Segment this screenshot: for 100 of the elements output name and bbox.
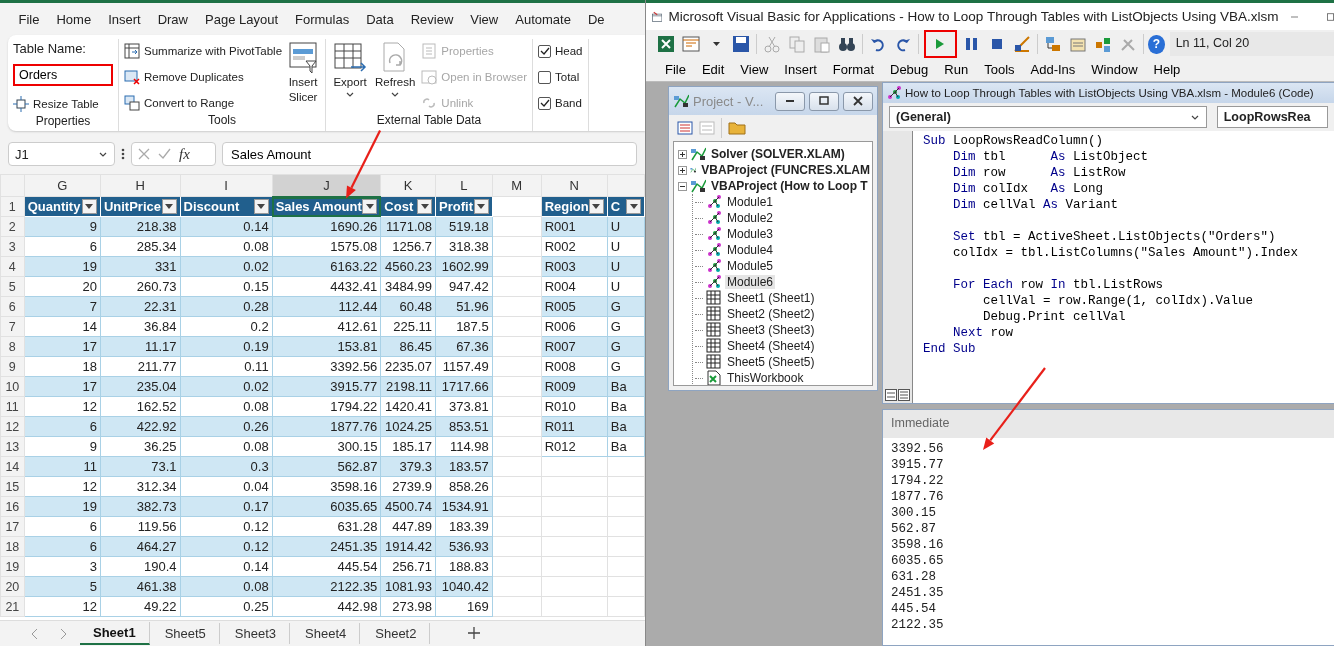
tree-item[interactable]: Sheet3 (Sheet3) <box>725 323 817 337</box>
filter-button[interactable] <box>253 199 269 214</box>
row-number[interactable]: 11 <box>0 396 25 417</box>
close-icon[interactable] <box>852 95 864 107</box>
ribbon-tab[interactable]: Formulas <box>286 11 358 27</box>
ribbon-button[interactable]: Remove Duplicates <box>124 67 283 87</box>
table-header-cell[interactable]: Sales Amount <box>272 196 381 217</box>
tree-item[interactable]: Module4 <box>725 243 776 257</box>
ribbon-tab[interactable]: Data <box>357 11 403 27</box>
row-number[interactable]: 9 <box>0 356 25 377</box>
tree-item[interactable]: Module6 <box>725 275 776 289</box>
view-code-icon[interactable] <box>677 121 693 135</box>
row-number[interactable]: 6 <box>0 296 25 317</box>
ribbon-tab[interactable]: Automate <box>506 11 580 27</box>
tree-item[interactable]: Sheet5 (Sheet5) <box>725 355 817 369</box>
menu-item[interactable]: Edit <box>694 62 732 77</box>
expand-toggle[interactable] <box>678 181 687 191</box>
column-letter[interactable]: K <box>380 174 436 197</box>
checkbox[interactable] <box>538 44 551 58</box>
insert-slicer-button[interactable]: Insert Slicer <box>286 39 321 113</box>
tree-item[interactable]: Solver (SOLVER.XLAM) <box>709 147 847 161</box>
object-browser-icon[interactable] <box>1093 35 1112 53</box>
row-number[interactable]: 13 <box>0 436 25 457</box>
menu-item[interactable]: Tools <box>977 62 1022 77</box>
sheet-tab[interactable]: Sheet2 <box>362 623 431 644</box>
menu-item[interactable]: View <box>733 62 776 77</box>
ribbon-tab[interactable]: Page Layout <box>196 11 287 27</box>
ribbon-button[interactable]: Convert to Range <box>124 93 283 113</box>
ribbon-tab[interactable]: Draw <box>149 11 197 27</box>
column-letter[interactable]: I <box>180 174 273 197</box>
filter-button[interactable] <box>588 199 604 214</box>
tree-item[interactable]: Sheet4 (Sheet4) <box>725 339 817 353</box>
expand-toggle[interactable] <box>678 165 687 175</box>
menu-item[interactable]: Debug <box>883 62 936 77</box>
row-number[interactable]: 12 <box>0 416 25 437</box>
procedure-dropdown[interactable]: LoopRowsRea <box>1216 106 1328 128</box>
formula-field[interactable]: Sales Amount <box>222 142 637 166</box>
menu-item[interactable]: Add-Ins <box>1023 62 1083 77</box>
ribbon-button[interactable]: Summarize with PivotTable <box>124 41 283 61</box>
row-number[interactable]: 4 <box>0 256 25 277</box>
ribbon-tab[interactable]: Insert <box>99 11 150 27</box>
ribbon-tab[interactable]: Review <box>402 11 462 27</box>
ribbon-tab[interactable]: File <box>10 11 48 27</box>
next-icon[interactable] <box>60 627 68 640</box>
row-number[interactable]: 17 <box>0 516 25 537</box>
sheet-tab[interactable]: Sheet4 <box>292 623 361 644</box>
column-letter[interactable]: G <box>24 174 101 197</box>
ribbon-tab[interactable]: View <box>461 11 507 27</box>
help-button[interactable]: ? <box>1148 34 1165 54</box>
tree-item[interactable]: VBAProject (How to Loop T <box>709 179 870 193</box>
ribbon-tab[interactable]: De <box>579 11 614 27</box>
filter-button[interactable] <box>473 199 489 214</box>
filter-button[interactable] <box>362 199 378 215</box>
sheet-tab[interactable]: Sheet5 <box>151 623 220 644</box>
row-number[interactable]: 19 <box>0 556 25 577</box>
filter-button[interactable] <box>81 199 97 214</box>
row-number[interactable]: 1 <box>0 196 25 217</box>
tree-item[interactable]: Sheet2 (Sheet2) <box>725 307 817 321</box>
sheet-tab[interactable]: Sheet1 <box>80 622 150 645</box>
restore-icon[interactable] <box>818 95 830 107</box>
run-button[interactable] <box>923 30 957 58</box>
checkbox[interactable] <box>538 96 551 110</box>
save-icon[interactable] <box>732 35 750 53</box>
row-number[interactable]: 3 <box>0 236 25 257</box>
column-letter[interactable]: N <box>541 174 608 197</box>
menu-item[interactable]: Run <box>937 62 976 77</box>
form-icon[interactable] <box>682 35 700 53</box>
menu-item[interactable]: Format <box>825 62 881 77</box>
module-view-icon[interactable] <box>898 389 910 401</box>
row-number[interactable]: 10 <box>0 376 25 397</box>
row-number[interactable]: 16 <box>0 496 25 517</box>
row-number[interactable]: 8 <box>0 336 25 357</box>
name-box[interactable]: J1 <box>8 142 115 166</box>
table-name-field[interactable]: Orders <box>13 64 113 86</box>
menu-item[interactable]: File <box>658 62 693 77</box>
row-number[interactable]: 5 <box>0 276 25 297</box>
tree-item[interactable]: Module2 <box>725 211 776 225</box>
row-number[interactable]: 21 <box>0 596 25 617</box>
sheet-tab[interactable]: Sheet3 <box>221 623 291 644</box>
row-number[interactable]: 15 <box>0 476 25 497</box>
ribbon-tab[interactable]: Home <box>47 11 100 27</box>
insert-function-button[interactable]: fx <box>179 145 190 163</box>
excel-icon[interactable] <box>657 35 675 53</box>
row-number[interactable]: 20 <box>0 576 25 597</box>
project-explorer-icon[interactable] <box>1043 35 1062 53</box>
tree-item[interactable]: Module1 <box>725 195 776 209</box>
expand-toggle[interactable] <box>678 149 687 159</box>
object-dropdown[interactable]: (General) <box>889 106 1207 128</box>
maximize-icon[interactable] <box>1327 10 1334 23</box>
tree-item[interactable]: Sheet1 (Sheet1) <box>725 291 817 305</box>
column-letter[interactable]: L <box>435 174 493 197</box>
tree-item[interactable]: VBAProject (FUNCRES.XLAM <box>699 163 872 177</box>
filter-button[interactable] <box>161 199 177 214</box>
column-letter[interactable]: J <box>272 174 381 197</box>
export-button[interactable]: Export <box>331 39 370 113</box>
tree-item[interactable]: Module5 <box>725 259 776 273</box>
folder-icon[interactable] <box>728 121 746 135</box>
menu-item[interactable]: Window <box>1084 62 1145 77</box>
previous-icon[interactable] <box>30 627 38 640</box>
binoculars-icon[interactable] <box>837 35 856 53</box>
